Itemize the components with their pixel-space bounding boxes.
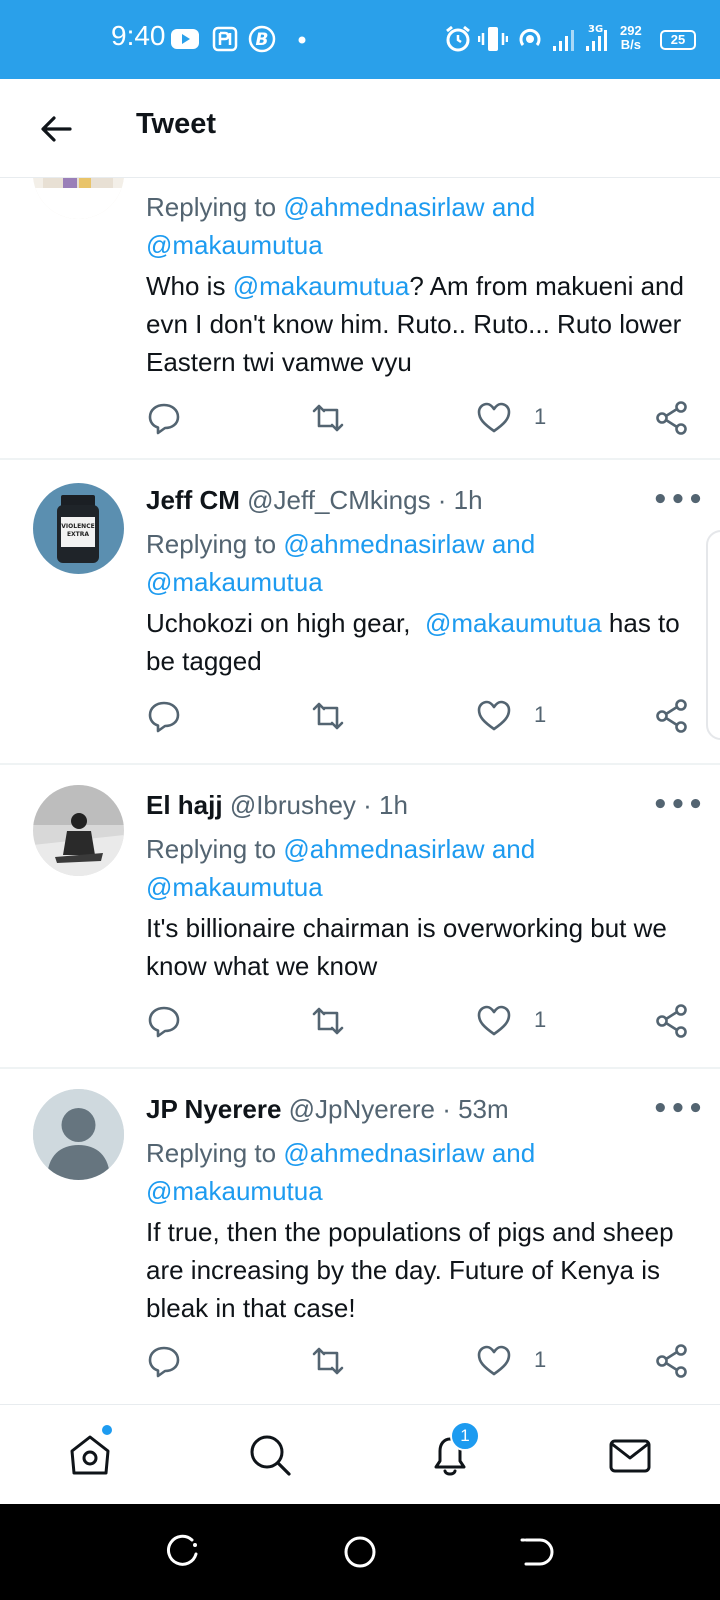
alarm-icon [446, 25, 470, 52]
user-handle[interactable]: @Ibrushey [230, 790, 356, 820]
like-icon[interactable] [476, 400, 512, 436]
notification-count-badge: 1 [450, 1421, 480, 1451]
battery-indicator: 25 [660, 30, 696, 50]
svg-text:EXTRA: EXTRA [67, 531, 89, 538]
reply-icon[interactable] [146, 698, 182, 734]
user-handle[interactable]: @JpNyerere [289, 1094, 435, 1124]
retweet-icon[interactable] [310, 1003, 346, 1039]
more-options-icon[interactable]: ••• [652, 485, 705, 515]
signal-icon [553, 30, 574, 51]
bitcoin-icon: B [248, 25, 276, 53]
tweet-text: Uchokozi on high gear, @makaumutua has t… [146, 608, 687, 676]
mention-link[interactable]: @makaumutua [146, 872, 323, 902]
share-icon[interactable] [654, 1003, 690, 1039]
mention-link[interactable]: @ahmednasirlaw [283, 529, 484, 559]
mention-link[interactable]: @ahmednasirlaw [283, 192, 484, 222]
system-navigation [0, 1504, 720, 1600]
user-handle[interactable]: @Jeff_CMkings [247, 485, 430, 515]
tweet-text: It's billionaire chairman is overworking… [146, 913, 667, 981]
back-arrow-icon[interactable] [36, 109, 76, 149]
tweet-actions: 1 [0, 698, 720, 738]
user-name[interactable]: JP Nyerere [146, 1094, 281, 1124]
svg-text:B: B [256, 30, 269, 50]
signal-3g-icon: 3G [586, 24, 607, 51]
user-name[interactable]: El hajj [146, 790, 223, 820]
tweet[interactable]: Replying to @ahmednasirlaw and @makaumut… [0, 178, 720, 460]
like-icon[interactable] [476, 1343, 512, 1379]
mention-link[interactable]: @makaumutua [146, 567, 323, 597]
mention-link[interactable]: @makaumutua [146, 1176, 323, 1206]
replying-to: Replying to @ahmednasirlaw and @makaumut… [146, 192, 536, 260]
replying-to: Replying to @ahmednasirlaw and @makaumut… [146, 1138, 536, 1206]
network-speed: 292 B/s [620, 23, 642, 52]
retweet-icon[interactable] [310, 400, 346, 436]
like-count: 1 [534, 1347, 547, 1372]
vibrate-icon [478, 27, 508, 51]
avatar[interactable] [33, 178, 124, 219]
network-type: 3G [588, 24, 603, 35]
side-panel-handle[interactable] [706, 530, 720, 740]
mention-link[interactable]: @ahmednasirlaw [283, 834, 484, 864]
mention-link[interactable]: @makaumutua [425, 608, 602, 638]
replying-to: Replying to @ahmednasirlaw and @makaumut… [146, 529, 536, 597]
share-icon[interactable] [654, 1343, 690, 1379]
avatar[interactable] [33, 785, 124, 876]
share-icon[interactable] [654, 400, 690, 436]
home-button-icon[interactable] [342, 1534, 378, 1570]
reply-feed[interactable]: Replying to @ahmednasirlaw and @makaumut… [0, 178, 720, 1404]
back-button-icon[interactable] [518, 1534, 554, 1570]
reply-icon[interactable] [146, 1003, 182, 1039]
app-header: Tweet [0, 79, 720, 178]
like-count: 1 [534, 404, 547, 429]
home-icon[interactable] [66, 1431, 114, 1479]
avatar[interactable] [33, 1089, 124, 1180]
like-icon[interactable] [476, 1003, 512, 1039]
page-title: Tweet [136, 108, 217, 140]
tweet-time: · 53m [442, 1094, 509, 1124]
tweet-actions: 1 [0, 400, 720, 440]
tweet-text: If true, then the populations of pigs an… [146, 1217, 674, 1323]
tweet[interactable]: JP Nyerere @JpNyerere · 53m ••• Replying… [0, 1069, 720, 1404]
retweet-icon[interactable] [310, 1343, 346, 1379]
more-options-icon[interactable]: ••• [652, 790, 705, 820]
tweet-header: JP Nyerere @JpNyerere · 53m [146, 1094, 509, 1125]
hotspot-icon [519, 28, 541, 46]
avatar[interactable]: VIOLENCE EXTRA [33, 483, 124, 574]
dot-icon [298, 36, 306, 44]
svg-text:VIOLENCE: VIOLENCE [61, 523, 94, 530]
mention-link[interactable]: @ahmednasirlaw [283, 1138, 484, 1168]
reply-icon[interactable] [146, 1343, 182, 1379]
app-icon [212, 26, 238, 52]
recents-icon[interactable] [166, 1534, 202, 1570]
user-name[interactable]: Jeff CM [146, 485, 240, 515]
tweet[interactable]: El hajj @Ibrushey · 1h ••• Replying to @… [0, 765, 720, 1069]
more-options-icon[interactable]: ••• [652, 1094, 705, 1124]
like-count: 1 [534, 1007, 547, 1032]
status-time: 9:40 [111, 20, 166, 51]
status-bar: 9:40 B 3G 292 B/s 25 [0, 0, 720, 79]
messages-icon[interactable] [606, 1431, 654, 1479]
tweet-time: · 1h [437, 485, 483, 515]
reply-icon[interactable] [146, 400, 182, 436]
youtube-icon [171, 29, 199, 49]
tweet-header: Jeff CM @Jeff_CMkings · 1h [146, 485, 483, 516]
mention-link[interactable]: @makaumutua [146, 230, 323, 260]
tweet[interactable]: VIOLENCE EXTRA Jeff CM @Jeff_CMkings · 1… [0, 461, 720, 765]
tweet-time: · 1h [363, 790, 408, 820]
search-icon[interactable] [246, 1431, 294, 1479]
share-icon[interactable] [654, 698, 690, 734]
tweet-actions: 1 [0, 1343, 720, 1383]
replying-to: Replying to @ahmednasirlaw and @makaumut… [146, 834, 536, 902]
tweet-header: El hajj @Ibrushey · 1h [146, 790, 408, 821]
like-count: 1 [534, 702, 547, 727]
mention-link[interactable]: @makaumutua [233, 271, 410, 301]
bottom-navigation: 1 [0, 1404, 720, 1504]
tweet-text: Who is @makaumutua? Am from makueni and … [146, 271, 684, 377]
retweet-icon[interactable] [310, 698, 346, 734]
tweet-actions: 1 [0, 1003, 720, 1043]
like-icon[interactable] [476, 698, 512, 734]
home-badge-dot [102, 1425, 112, 1435]
